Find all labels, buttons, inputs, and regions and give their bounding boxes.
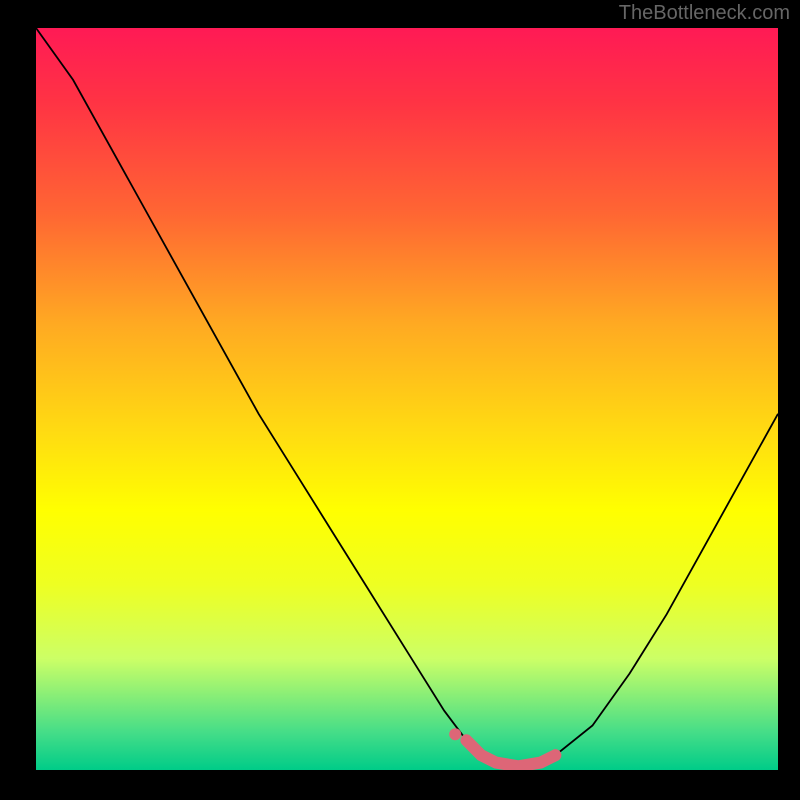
- minimum-dot-left: [449, 728, 461, 740]
- watermark-text: TheBottleneck.com: [619, 2, 790, 25]
- bottleneck-curve: [36, 28, 778, 766]
- chart-svg: [36, 28, 778, 770]
- chart-container: TheBottleneck.com: [0, 0, 800, 800]
- plot-area: [36, 28, 778, 770]
- minimum-marker: [466, 740, 555, 766]
